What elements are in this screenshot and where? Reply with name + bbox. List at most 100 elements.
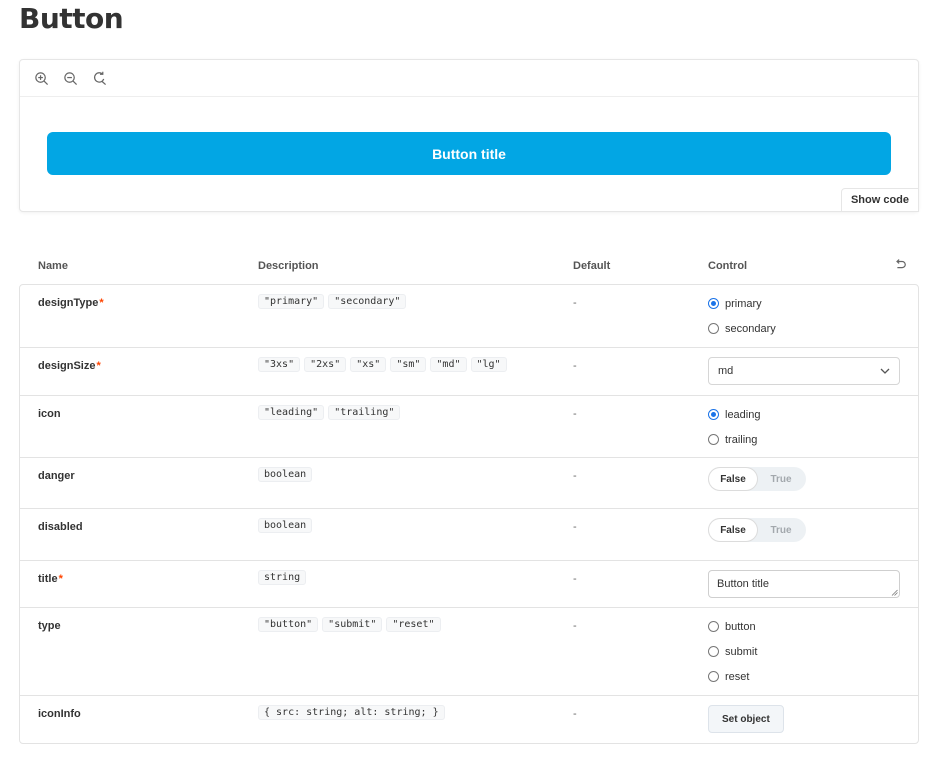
- arg-default: -: [573, 297, 577, 309]
- arg-description: string: [258, 570, 307, 585]
- resize-grip-icon[interactable]: [891, 589, 898, 596]
- show-code-button[interactable]: Show code: [840, 188, 919, 212]
- danger-toggle[interactable]: False True: [708, 467, 806, 491]
- table-row: iconInfo { src: string; alt: string; } -…: [20, 695, 918, 743]
- type-chip: { src: string; alt: string; }: [258, 705, 445, 720]
- header-name: Name: [38, 260, 68, 272]
- args-table: Name Description Default Control designT…: [19, 248, 919, 744]
- set-object-button[interactable]: Set object: [708, 705, 784, 733]
- type-chip: "secondary": [328, 294, 407, 309]
- arg-default: -: [573, 620, 577, 632]
- control-cell: Button title: [708, 570, 900, 598]
- arg-description: "3xs" "2xs" "xs" "sm" "md" "lg": [258, 357, 507, 372]
- radio-option-button[interactable]: button: [708, 614, 757, 639]
- arg-description: "button" "submit" "reset": [258, 617, 441, 632]
- radio-group-type: button submit reset: [708, 614, 757, 689]
- arg-default: -: [573, 360, 577, 372]
- radio-button[interactable]: [708, 298, 719, 309]
- type-chip: "lg": [470, 357, 507, 372]
- args-table-header: Name Description Default Control: [19, 248, 919, 284]
- header-control: Control: [708, 260, 748, 272]
- control-cell: False True: [708, 467, 806, 491]
- type-chip: "2xs": [304, 357, 347, 372]
- table-row: icon "leading" "trailing" - leading trai…: [20, 395, 918, 457]
- type-chip: string: [258, 570, 307, 585]
- toggle-true[interactable]: True: [757, 468, 805, 490]
- header-default: Default: [573, 260, 611, 272]
- type-chip: boolean: [258, 467, 313, 482]
- arg-default: -: [573, 573, 577, 585]
- control-cell: Set object: [708, 705, 784, 733]
- select-value: md: [718, 365, 734, 377]
- radio-option-primary[interactable]: primary: [708, 291, 776, 316]
- table-row: danger boolean - False True: [20, 457, 918, 508]
- radio-group-icon: leading trailing: [708, 402, 760, 452]
- type-chip: "button": [258, 617, 319, 632]
- arg-default: -: [573, 470, 577, 482]
- type-chip: boolean: [258, 518, 313, 533]
- required-marker: *: [58, 573, 63, 585]
- radio-button[interactable]: [708, 409, 719, 420]
- radio-option-secondary[interactable]: secondary: [708, 316, 776, 341]
- control-cell: md: [708, 357, 900, 385]
- arg-description: "leading" "trailing": [258, 405, 401, 420]
- toggle-true[interactable]: True: [757, 519, 805, 541]
- args-table-body: designType* "primary" "secondary" - prim…: [19, 284, 919, 744]
- table-row: designType* "primary" "secondary" - prim…: [20, 285, 918, 347]
- arg-name: designSize*: [38, 360, 101, 372]
- zoom-in-icon[interactable]: [31, 68, 51, 88]
- table-row: type "button" "submit" "reset" - button …: [20, 607, 918, 695]
- radio-button[interactable]: [708, 671, 719, 682]
- radio-button[interactable]: [708, 323, 719, 334]
- chevron-down-icon: [880, 368, 890, 374]
- radio-option-submit[interactable]: submit: [708, 639, 757, 664]
- table-row: disabled boolean - False True: [20, 508, 918, 560]
- arg-description: boolean: [258, 467, 313, 482]
- radio-button[interactable]: [708, 646, 719, 657]
- table-row: title* string - Button title: [20, 560, 918, 607]
- arg-default: -: [573, 408, 577, 420]
- reset-controls-icon[interactable]: [893, 258, 907, 272]
- arg-name: icon: [38, 408, 61, 420]
- arg-default: -: [573, 521, 577, 533]
- radio-option-trailing[interactable]: trailing: [708, 427, 760, 452]
- radio-group-designtype: primary secondary: [708, 291, 776, 341]
- title-textarea[interactable]: Button title: [708, 570, 900, 598]
- toggle-false[interactable]: False: [709, 468, 757, 490]
- arg-name: designType*: [38, 297, 104, 309]
- disabled-toggle[interactable]: False True: [708, 518, 806, 542]
- arg-description: boolean: [258, 518, 313, 533]
- radio-option-leading[interactable]: leading: [708, 402, 760, 427]
- type-chip: "md": [430, 357, 467, 372]
- required-marker: *: [99, 297, 104, 309]
- type-chip: "sm": [390, 357, 427, 372]
- type-chip: "primary": [258, 294, 325, 309]
- arg-description: { src: string; alt: string; }: [258, 705, 445, 720]
- required-marker: *: [96, 360, 101, 372]
- toggle-false[interactable]: False: [709, 519, 757, 541]
- radio-option-reset[interactable]: reset: [708, 664, 757, 689]
- design-size-select[interactable]: md: [708, 357, 900, 385]
- table-row: designSize* "3xs" "2xs" "xs" "sm" "md" "…: [20, 347, 918, 395]
- type-chip: "trailing": [328, 405, 401, 420]
- control-cell: False True: [708, 518, 806, 542]
- preview-toolbar: [20, 60, 918, 97]
- arg-name: danger: [38, 470, 75, 482]
- arg-name: iconInfo: [38, 708, 81, 720]
- zoom-out-icon[interactable]: [60, 68, 80, 88]
- arg-description: "primary" "secondary": [258, 294, 407, 309]
- radio-button[interactable]: [708, 621, 719, 632]
- page-title: Button: [19, 2, 124, 35]
- textarea-value: Button title: [717, 578, 769, 590]
- type-chip: "3xs": [258, 357, 301, 372]
- radio-button[interactable]: [708, 434, 719, 445]
- arg-default: -: [573, 708, 577, 720]
- preview-button[interactable]: Button title: [47, 132, 891, 175]
- type-chip: "reset": [386, 617, 441, 632]
- arg-name: type: [38, 620, 61, 632]
- reset-zoom-icon[interactable]: [89, 68, 109, 88]
- header-description: Description: [258, 260, 319, 272]
- arg-name: disabled: [38, 521, 83, 533]
- type-chip: "leading": [258, 405, 325, 420]
- arg-name: title*: [38, 573, 63, 585]
